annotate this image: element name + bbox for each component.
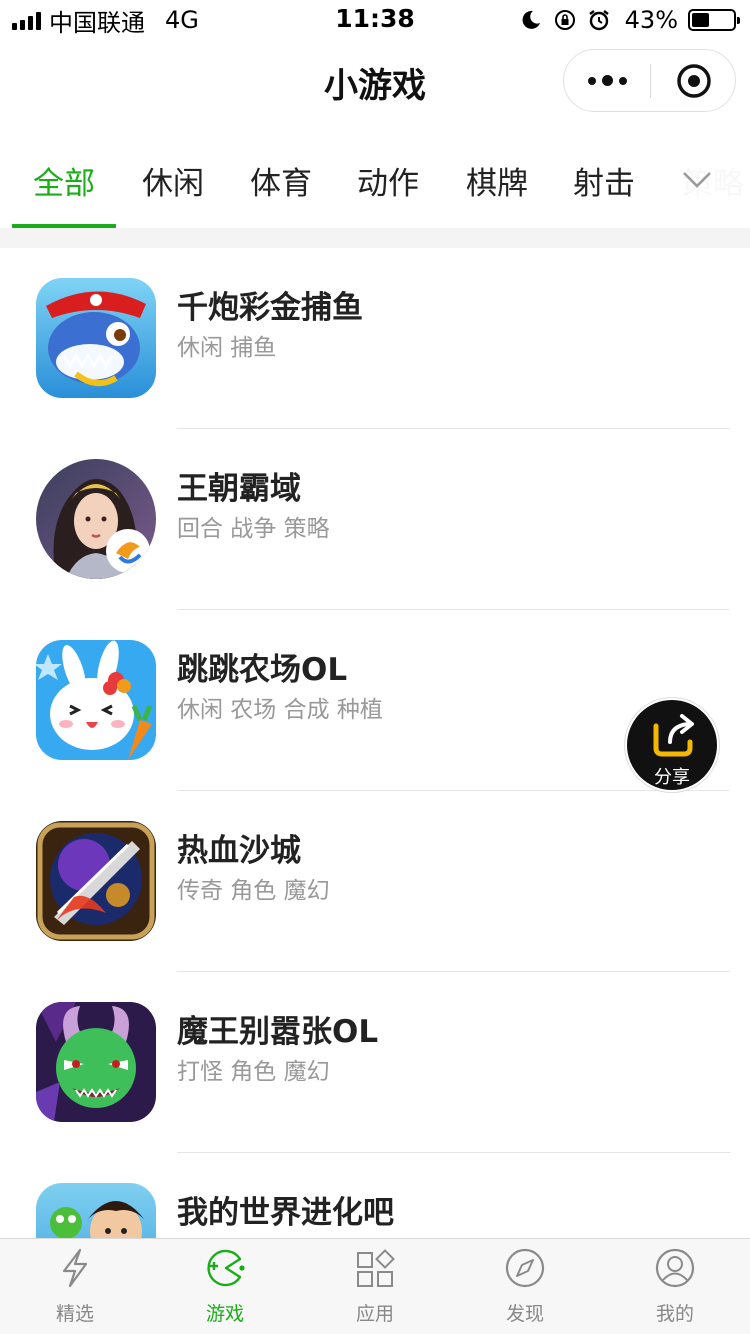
game-tags: 休闲 捕鱼 — [177, 335, 277, 361]
share-button[interactable]: 分享 — [625, 698, 719, 792]
tabbar-item-discover[interactable]: 发现 — [450, 1239, 600, 1334]
game-icon-demon-king — [36, 1002, 156, 1122]
tab-action[interactable]: 动作 — [357, 158, 419, 203]
tab-sports[interactable]: 体育 — [250, 158, 312, 203]
battery-fill — [692, 13, 710, 27]
share-icon — [653, 714, 694, 757]
nav-bar: 小游戏 — [0, 40, 750, 128]
battery-percent: 43% — [624, 6, 678, 34]
tabbar-item-games[interactable]: 游戏 — [150, 1239, 300, 1334]
list-item[interactable]: 热血沙城 传奇 角色 魔幻 — [0, 791, 750, 972]
game-name: 王朝霸域 — [177, 471, 301, 507]
target-icon — [676, 63, 711, 98]
tabbar-label: 发现 — [505, 1303, 544, 1325]
profile-icon — [655, 1248, 695, 1288]
status-bar: 中国联通 4G 11:38 43% — [0, 0, 750, 40]
game-icon-farm — [36, 640, 156, 760]
game-name: 热血沙城 — [177, 833, 301, 869]
game-name: 魔王别嚣张OL — [177, 1014, 379, 1050]
game-tags: 打怪 角色 魔幻 — [177, 1059, 330, 1085]
tab-board[interactable]: 棋牌 — [466, 158, 528, 203]
game-name: 千炮彩金捕鱼 — [177, 290, 363, 326]
game-icon — [207, 1249, 245, 1287]
alarm-icon — [588, 10, 609, 31]
game-name: 跳跳农场OL — [177, 652, 348, 688]
list-item[interactable]: 魔王别嚣张OL 打怪 角色 魔幻 — [0, 972, 750, 1153]
game-tags: 传奇 角色 魔幻 — [177, 878, 330, 904]
tabbar-label: 游戏 — [205, 1303, 244, 1325]
section-gap — [0, 228, 750, 248]
list-item[interactable]: 我的世界进化吧 — [0, 1153, 750, 1238]
tabbar-label: 应用 — [355, 1303, 394, 1325]
moon-icon — [522, 10, 540, 29]
tab-shooting[interactable]: 射击 — [573, 158, 635, 203]
compass-icon — [505, 1248, 545, 1288]
share-label: 分享 — [654, 767, 690, 788]
tabbar-label: 我的 — [655, 1303, 694, 1325]
category-tabs: 全部 休闲 体育 动作 棋牌 射击 策略 — [0, 128, 750, 228]
rotation-lock-icon — [554, 10, 575, 30]
menu-capsule — [563, 49, 736, 112]
more-options-button[interactable] — [564, 50, 650, 111]
tabbar-item-featured[interactable]: 精选 — [0, 1239, 150, 1334]
game-icon-fishing — [36, 278, 156, 398]
game-icon-sand-city — [36, 821, 156, 941]
list-item[interactable]: 王朝霸域 回合 战争 策略 — [0, 429, 750, 610]
game-name: 我的世界进化吧 — [177, 1195, 394, 1231]
tabbar-item-apps[interactable]: 应用 — [300, 1239, 450, 1334]
tab-all[interactable]: 全部 — [33, 158, 95, 203]
game-tags: 休闲 农场 合成 种植 — [177, 697, 383, 723]
tab-casual[interactable]: 休闲 — [142, 158, 204, 203]
bottom-tab-bar: 精选 游戏 应用 发现 我的 — [0, 1238, 750, 1334]
battery-cap — [737, 17, 740, 24]
chevron-down-icon[interactable] — [680, 162, 714, 196]
game-tags: 回合 战争 策略 — [177, 516, 330, 542]
list-item[interactable]: 千炮彩金捕鱼 休闲 捕鱼 — [0, 248, 750, 429]
status-right: 43% — [519, 6, 740, 34]
apps-icon — [357, 1249, 395, 1287]
close-miniprogram-button[interactable] — [651, 50, 736, 111]
lightning-icon — [62, 1248, 88, 1288]
game-icon-evolution — [36, 1183, 156, 1238]
tabbar-item-me[interactable]: 我的 — [600, 1239, 750, 1334]
battery-icon — [688, 9, 740, 31]
tabbar-label: 精选 — [55, 1303, 94, 1325]
game-icon-dynasty — [36, 459, 156, 579]
